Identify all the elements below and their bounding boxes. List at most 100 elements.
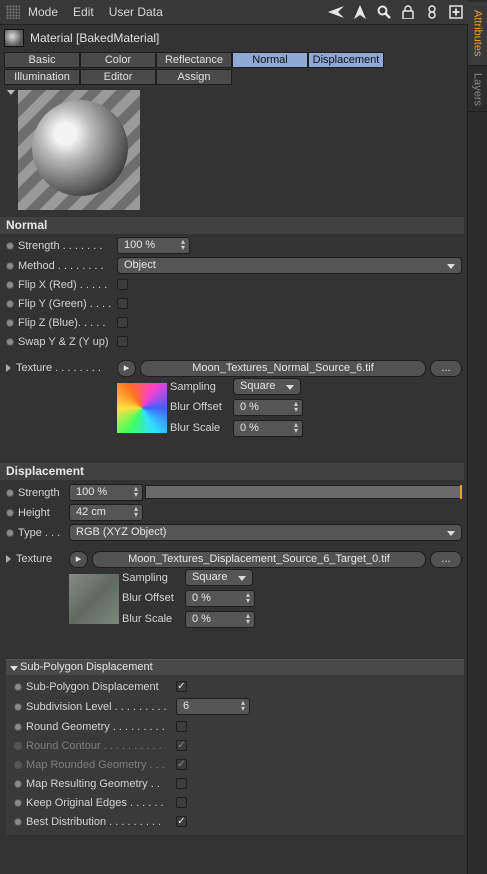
flip-y-label: Flip Y (Green) . . . . [18,298,112,310]
texture-menu-button[interactable]: ▸ [69,551,88,568]
keyframe-dot-icon[interactable] [6,281,14,289]
normal-blur-offset-value: 0 % [240,401,259,413]
side-tab-layers[interactable]: Layers [468,68,487,112]
spinner-icon[interactable]: ▴ ▾ [294,400,298,414]
disp-blur-scale-label: Blur Scale [122,613,173,625]
flip-y-checkbox[interactable] [117,298,128,309]
normal-texture-more-button[interactable]: ... [430,360,462,377]
flip-y-row: Flip Y (Green) . . . . [6,295,111,313]
subdiv-row: Subdivision Level . . . . . . . . . [14,698,167,716]
spinner-icon[interactable]: ▴ ▾ [241,699,245,713]
normal-strength-field[interactable]: 100 % ▴ ▾ [117,237,190,254]
keyframe-dot-icon[interactable] [6,529,14,537]
link-icon[interactable] [424,4,440,20]
keyframe-dot-icon[interactable] [6,242,14,250]
swap-yz-checkbox[interactable] [117,336,128,347]
subpoly-group-header[interactable]: Sub-Polygon Displacement [6,659,464,675]
keep-edges-row: Keep Original Edges . . . . . . [14,794,164,812]
disp-height-label: Height [18,507,50,519]
disp-sampling-dropdown[interactable]: Square [185,569,253,586]
normal-section-heading: Normal [0,217,464,234]
normal-blur-scale-field[interactable]: 0 % ▴ ▾ [233,420,303,437]
normal-sampling-dropdown[interactable]: Square [233,378,301,395]
normal-strength-label: Strength . . . . . . . [18,240,103,252]
disp-texture-row: Texture [6,550,52,568]
disp-texture-more-button[interactable]: ... [430,551,462,568]
normal-method-dropdown[interactable]: Object [117,257,462,274]
tab-reflectance[interactable]: Reflectance [156,52,232,68]
spd-checkbox[interactable]: ✓ [176,681,187,692]
best-distribution-checkbox[interactable]: ✓ [176,816,187,827]
back-arrow-icon[interactable] [328,4,344,20]
up-arrow-icon[interactable] [352,4,368,20]
tab-illumination[interactable]: Illumination [4,69,80,85]
spinner-icon[interactable]: ▴ ▾ [181,238,185,252]
disp-strength-slider[interactable] [145,485,462,499]
normal-texture-file-button[interactable]: Moon_Textures_Normal_Source_6.tif [140,360,426,377]
tab-color[interactable]: Color [80,52,156,68]
keyframe-dot-icon[interactable] [6,489,14,497]
expand-arrow-icon[interactable] [6,555,11,563]
keyframe-dot-icon[interactable] [14,683,22,691]
map-resulting-label: Map Resulting Geometry . . [26,778,160,790]
keyframe-dot-icon[interactable] [14,723,22,731]
side-tab-attributes[interactable]: Attributes [468,2,487,66]
spinner-icon[interactable]: ▴ ▾ [246,612,250,626]
normal-texture-label: Texture . . . . . . . . [16,362,101,374]
preview-collapse-icon[interactable] [7,90,15,95]
map-resulting-checkbox[interactable] [176,778,187,789]
slider-handle[interactable] [460,485,462,499]
menu-edit[interactable]: Edit [73,5,94,19]
map-resulting-row: Map Resulting Geometry . . [14,775,160,793]
normal-blur-scale-label: Blur Scale [170,422,221,434]
disp-texture-thumbnail[interactable] [69,574,119,624]
keyframe-dot-icon [14,761,22,769]
flip-x-checkbox[interactable] [117,279,128,290]
round-geometry-checkbox[interactable] [176,721,187,732]
keyframe-dot-icon[interactable] [14,703,22,711]
menu-user-data[interactable]: User Data [109,5,163,19]
disp-strength-field[interactable]: 100 % ▴ ▾ [69,484,143,501]
search-icon[interactable] [376,4,392,20]
tab-basic[interactable]: Basic [4,52,80,68]
disp-blur-offset-field[interactable]: 0 % ▴ ▾ [185,590,255,607]
expand-arrow-icon[interactable] [6,364,11,372]
tab-editor[interactable]: Editor [80,69,156,85]
collapse-arrow-icon[interactable] [10,666,18,671]
keyframe-dot-icon[interactable] [6,319,14,327]
normal-sampling-value: Square [240,380,276,392]
best-distribution-row: Best Distribution . . . . . . . . . [14,813,161,831]
normal-blur-offset-field[interactable]: 0 % ▴ ▾ [233,399,303,416]
new-window-icon[interactable] [448,4,464,20]
disp-type-dropdown[interactable]: RGB (XYZ Object) [69,524,462,541]
keyframe-dot-icon[interactable] [6,300,14,308]
spinner-icon[interactable]: ▴ ▾ [134,505,138,519]
spinner-icon[interactable]: ▴ ▾ [246,591,250,605]
spinner-icon[interactable]: ▴ ▾ [134,485,138,499]
material-preview[interactable] [18,90,140,210]
keep-edges-checkbox[interactable] [176,797,187,808]
menu-mode[interactable]: Mode [28,5,58,19]
spinner-icon[interactable]: ▴ ▾ [294,421,298,435]
round-geometry-label: Round Geometry . . . . . . . . . [26,721,165,733]
keyframe-dot-icon[interactable] [6,509,14,517]
flip-z-checkbox[interactable] [117,317,128,328]
keyframe-dot-icon[interactable] [6,262,14,270]
keyframe-dot-icon[interactable] [14,818,22,826]
disp-texture-file-button[interactable]: Moon_Textures_Displacement_Source_6_Targ… [92,551,426,568]
tab-assign[interactable]: Assign [156,69,232,85]
keyframe-dot-icon[interactable] [6,338,14,346]
disp-blur-scale-field[interactable]: 0 % ▴ ▾ [185,611,255,628]
disp-type-value: RGB (XYZ Object) [76,526,167,538]
texture-menu-button[interactable]: ▸ [117,360,136,377]
lock-icon[interactable] [400,4,416,20]
grip-icon[interactable] [6,5,20,19]
round-contour-checkbox: ✓ [176,740,187,751]
tab-displacement[interactable]: Displacement [308,52,384,68]
keyframe-dot-icon[interactable] [14,780,22,788]
disp-height-field[interactable]: 42 cm ▴ ▾ [69,504,143,521]
tab-normal[interactable]: Normal [232,52,308,68]
normal-texture-thumbnail[interactable] [117,383,167,433]
subdiv-field[interactable]: 6 ▴ ▾ [176,698,250,715]
keyframe-dot-icon[interactable] [14,799,22,807]
